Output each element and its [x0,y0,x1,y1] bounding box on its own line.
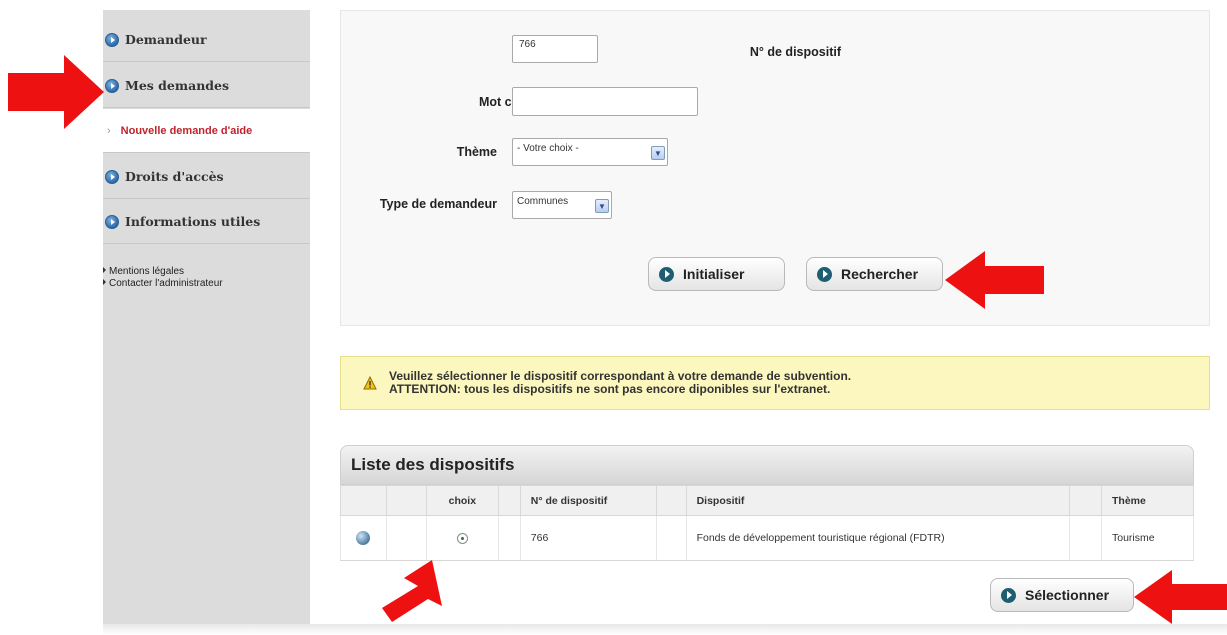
list-panel: Liste des dispositifs choix N° de dispos… [340,445,1194,563]
sidebar-item-nouvelle-demande[interactable]: › Nouvelle demande d'aide [103,109,310,153]
chevron-down-icon: ▼ [595,199,609,213]
triangle-right-icon [103,267,106,273]
column-header-choix: choix [425,485,499,516]
sidebar: Demandeur Mes demandes › Nouvelle demand… [103,10,310,625]
dispositif-input[interactable]: 766 [512,35,598,63]
sidebar-item-demandeur[interactable]: Demandeur [103,18,310,62]
chevron-right-icon [1001,587,1016,603]
theme-select[interactable]: - Votre choix - ▼ [512,138,668,166]
row-icon-cell [340,515,387,561]
sidebar-item-label: Droits d'accès [125,169,224,184]
mot-cle-input[interactable] [512,87,698,116]
sidebar-item-mes-demandes[interactable]: Mes demandes [103,64,310,108]
dispositif-label: N° de dispositif [749,45,841,59]
column-header [1069,485,1102,516]
empty-cell [655,515,687,561]
table-row[interactable]: 766 Fonds de développement touristique r… [340,515,1194,561]
sidebar-item-label: Informations utiles [125,214,261,229]
dispositif-cell: Fonds de développement touristique régio… [685,515,1071,561]
sidebar-item-droits-acces[interactable]: Droits d'accès [103,155,310,199]
warning-triangle-icon [363,376,377,390]
empty-cell [497,515,521,561]
dispositifs-table: choix N° de dispositif Dispositif Thème … [340,485,1194,561]
choix-cell [425,515,499,561]
warning-box: Veuillez sélectionner le dispositif corr… [340,356,1210,410]
red-arrow-icon [382,560,442,622]
link-mentions-legales[interactable]: Mentions légales [103,266,223,278]
choix-radio[interactable] [456,532,468,544]
rechercher-button[interactable]: Rechercher [806,257,943,291]
circle-arrow-icon [105,78,119,93]
circle-arrow-icon [105,169,119,184]
type-demandeur-value: Communes [517,196,569,207]
triangle-right-icon [103,279,106,285]
red-arrow-icon [8,55,104,129]
red-arrow-icon [1134,570,1227,624]
column-header-dispositif: Dispositif [685,485,1071,516]
empty-cell [1069,515,1102,561]
theme-label: Thème [456,145,497,159]
initialiser-button[interactable]: Initialiser [648,257,785,291]
list-title: Liste des dispositifs [340,445,1194,485]
footer-links: Mentions légales Contacter l'administrat… [103,266,223,290]
chevron-right-icon: › [107,124,111,137]
red-arrow-icon [945,251,1044,309]
type-demandeur-label: Type de demandeur [379,197,497,211]
circle-arrow-icon [105,214,119,229]
page-footer-bar [103,624,1227,635]
column-header-numero: N° de dispositif [519,485,657,516]
theme-cell: Tourisme [1101,515,1194,561]
column-header [340,485,387,516]
chevron-right-icon [817,266,832,282]
column-header [497,485,521,516]
sidebar-item-informations-utiles[interactable]: Informations utiles [103,200,310,244]
sidebar-item-label: Mes demandes [125,78,230,93]
type-demandeur-select[interactable]: Communes ▼ [512,191,612,219]
search-panel: N° de dispositif 766 Mot clé Thème - Vot… [340,10,1210,326]
circle-arrow-icon [105,32,119,47]
selectionner-button[interactable]: Sélectionner [990,578,1134,612]
empty-cell [385,515,427,561]
sidebar-item-label: Nouvelle demande d'aide [120,124,253,137]
mot-cle-label: Mot clé [478,95,522,109]
table-header-row: choix N° de dispositif Dispositif Thème [340,485,1194,516]
link-contacter-admin[interactable]: Contacter l'administrateur [103,278,223,290]
chevron-right-icon [659,266,674,282]
numero-cell: 766 [519,515,657,561]
column-header-theme: Thème [1101,485,1194,516]
column-header [655,485,687,516]
sidebar-item-label: Demandeur [125,32,207,47]
column-header [385,485,427,516]
theme-select-value: - Votre choix - [517,143,579,154]
warning-message: Veuillez sélectionner le dispositif corr… [389,369,852,396]
globe-icon [356,531,371,545]
chevron-down-icon: ▼ [651,146,665,160]
